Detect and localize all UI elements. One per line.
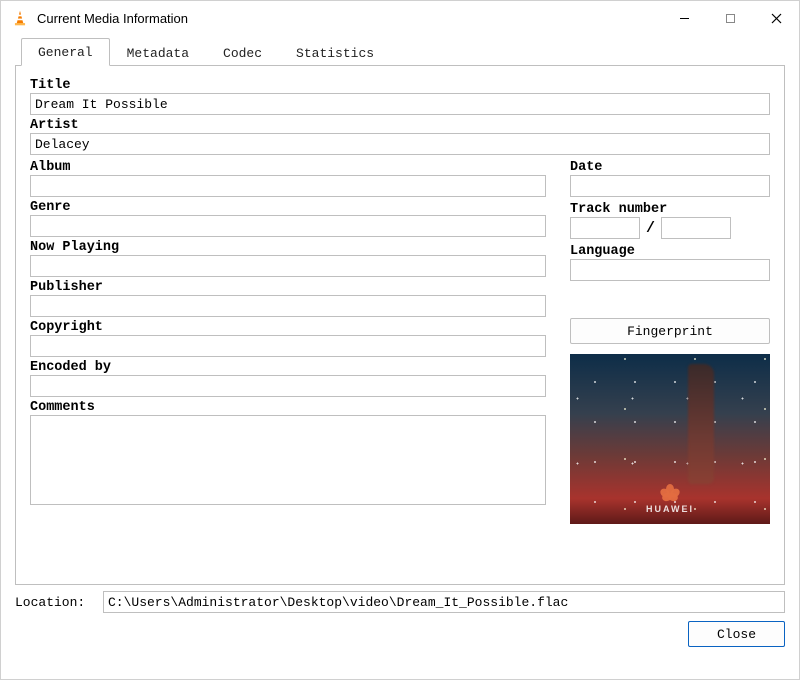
title-input[interactable] [30,93,770,115]
media-info-window: Current Media Information General Metada… [0,0,800,680]
comments-label: Comments [30,400,546,415]
fingerprint-button[interactable]: Fingerprint [570,318,770,344]
window-title: Current Media Information [37,11,188,26]
close-window-button[interactable] [753,1,799,35]
title-label: Title [30,78,770,93]
general-panel: Title Artist Album Genre [15,65,785,585]
album-input[interactable] [30,175,546,197]
tab-strip: General Metadata Codec Statistics [15,35,785,65]
tab-general[interactable]: General [21,38,110,66]
close-button[interactable]: Close [688,621,785,647]
language-input[interactable] [570,259,770,281]
tab-metadata[interactable]: Metadata [110,39,206,66]
tab-statistics[interactable]: Statistics [279,39,391,66]
publisher-label: Publisher [30,280,546,295]
maximize-button[interactable] [707,1,753,35]
genre-input[interactable] [30,215,546,237]
location-input[interactable] [103,591,785,613]
track-number-label: Track number [570,202,770,217]
titlebar: Current Media Information [1,1,799,35]
publisher-input[interactable] [30,295,546,317]
track-total-input[interactable] [661,217,731,239]
language-label: Language [570,244,770,259]
copyright-input[interactable] [30,335,546,357]
vlc-cone-icon [11,9,29,27]
location-label: Location: [15,595,93,610]
minimize-button[interactable] [661,1,707,35]
date-label: Date [570,160,770,175]
encoded-by-input[interactable] [30,375,546,397]
album-label: Album [30,160,546,175]
track-separator: / [646,220,655,237]
artist-label: Artist [30,118,770,133]
cover-art: HUAWEI [570,354,770,524]
huawei-logo-icon [661,484,679,502]
tab-codec[interactable]: Codec [206,39,279,66]
cover-art-brand: HUAWEI [646,484,694,514]
copyright-label: Copyright [30,320,546,335]
now-playing-input[interactable] [30,255,546,277]
artist-input[interactable] [30,133,770,155]
track-number-input[interactable] [570,217,640,239]
encoded-by-label: Encoded by [30,360,546,375]
genre-label: Genre [30,200,546,215]
comments-input[interactable] [30,415,546,505]
date-input[interactable] [570,175,770,197]
now-playing-label: Now Playing [30,240,546,255]
